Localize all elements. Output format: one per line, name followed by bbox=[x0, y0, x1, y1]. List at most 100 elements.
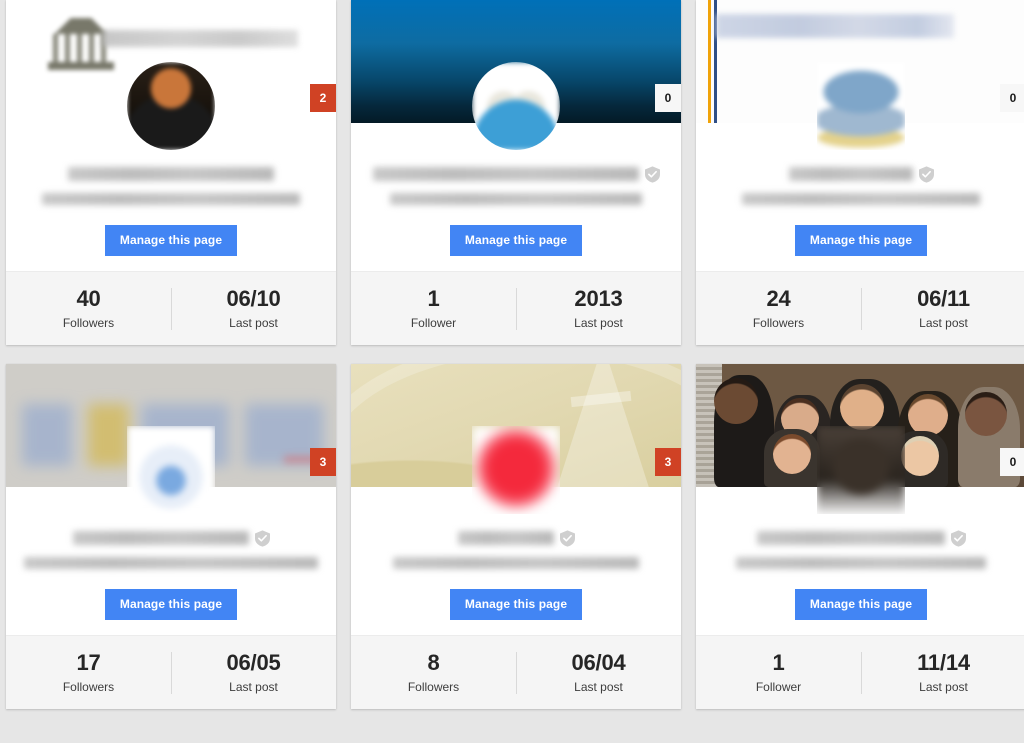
verified-shield-icon bbox=[644, 165, 660, 183]
stat-item: 06/10 Last post bbox=[171, 287, 336, 329]
notification-badge[interactable]: 3 bbox=[310, 448, 336, 476]
card-stats: 1 Follower 11/14 Last post bbox=[696, 635, 1024, 709]
cover-person-head bbox=[714, 378, 758, 425]
cover-person-head bbox=[965, 392, 1007, 437]
card-stats: 24 Followers 06/11 Last post bbox=[696, 271, 1024, 345]
page-card[interactable]: 0 Manage this page 24 Followers 06/11 Last po… bbox=[696, 0, 1024, 345]
card-stats: 17 Followers 06/05 Last post bbox=[6, 635, 336, 709]
stat-item: 06/11 Last post bbox=[861, 287, 1024, 329]
stat-item: 40 Followers bbox=[6, 287, 171, 329]
stat-label: Last post bbox=[574, 315, 623, 330]
page-name-row bbox=[710, 529, 1012, 547]
page-address-redacted bbox=[393, 557, 639, 569]
card-stats: 8 Followers 06/04 Last post bbox=[351, 635, 681, 709]
verified-shield-icon bbox=[950, 529, 966, 547]
stat-item: 06/05 Last post bbox=[171, 651, 336, 693]
card-stats: 40 Followers 06/10 Last post bbox=[6, 271, 336, 345]
stat-value: 06/11 bbox=[917, 286, 970, 312]
stat-value: 17 bbox=[76, 650, 101, 676]
manage-button-wrap: Manage this page bbox=[6, 225, 336, 256]
cover-person-head bbox=[901, 436, 939, 476]
page-card[interactable]: 3 Manage this page 8 Followers 06/04 Last pos… bbox=[351, 364, 681, 709]
notification-badge[interactable]: 0 bbox=[1000, 448, 1024, 476]
notification-badge[interactable]: 2 bbox=[310, 84, 336, 112]
page-avatar[interactable] bbox=[127, 62, 215, 150]
page-address-redacted bbox=[42, 193, 300, 205]
stat-label: Last post bbox=[229, 679, 278, 694]
stat-item: 17 Followers bbox=[6, 651, 171, 693]
cover-person-head bbox=[908, 394, 948, 436]
page-avatar[interactable] bbox=[817, 426, 905, 514]
page-card[interactable]: 0 Manage this page 1 Follower 11/14 Last post bbox=[696, 364, 1024, 709]
page-card[interactable]: 2 Manage this page 40 Followers 06/10 Last po… bbox=[6, 0, 336, 345]
verified-shield-icon bbox=[918, 165, 934, 183]
page-address-redacted bbox=[24, 557, 318, 569]
stat-label: Last post bbox=[919, 679, 968, 694]
page-avatar[interactable] bbox=[817, 62, 905, 150]
page-cards-grid: 2 Manage this page 40 Followers 06/10 Last po… bbox=[0, 0, 1024, 709]
page-address-redacted bbox=[742, 193, 980, 205]
notification-badge[interactable]: 3 bbox=[655, 448, 681, 476]
stat-item: 06/04 Last post bbox=[516, 651, 681, 693]
stat-label: Followers bbox=[62, 679, 115, 694]
manage-this-page-button[interactable]: Manage this page bbox=[794, 589, 928, 620]
stat-value: 2013 bbox=[574, 286, 623, 312]
cover-rule-orange bbox=[708, 0, 711, 123]
card-stats: 1 Follower 2013 Last post bbox=[351, 271, 681, 345]
avatar-image bbox=[817, 62, 905, 150]
avatar-image bbox=[817, 426, 905, 514]
stat-value: 24 bbox=[766, 286, 791, 312]
page-address-redacted bbox=[736, 557, 986, 569]
page-avatar[interactable] bbox=[472, 426, 560, 514]
page-name-redacted bbox=[788, 167, 913, 181]
manage-button-wrap: Manage this page bbox=[6, 589, 336, 620]
page-name-row bbox=[20, 529, 322, 547]
stat-item: 11/14 Last post bbox=[861, 651, 1024, 693]
stat-label: Follower bbox=[755, 679, 802, 694]
page-name-redacted bbox=[68, 167, 274, 181]
stat-label: Last post bbox=[919, 315, 968, 330]
page-card[interactable]: 3 Manage this page 17 Followers 06/05 Last po… bbox=[6, 364, 336, 709]
page-name-row bbox=[710, 165, 1012, 183]
stat-label: Followers bbox=[407, 679, 460, 694]
manage-button-wrap: Manage this page bbox=[696, 225, 1024, 256]
stat-value: 1 bbox=[427, 286, 440, 312]
manage-this-page-button[interactable]: Manage this page bbox=[449, 589, 583, 620]
stat-label: Followers bbox=[62, 315, 115, 330]
stat-item: 8 Followers bbox=[351, 651, 516, 693]
verified-shield-icon bbox=[254, 529, 270, 547]
cover-redacted-text bbox=[102, 30, 298, 47]
page-name-redacted bbox=[457, 531, 554, 545]
stat-value: 06/05 bbox=[226, 650, 281, 676]
stat-value: 06/10 bbox=[226, 286, 281, 312]
cover-redacted-text bbox=[716, 14, 954, 38]
stat-label: Followers bbox=[752, 315, 805, 330]
stat-item: 1 Follower bbox=[351, 287, 516, 329]
stat-value: 06/04 bbox=[571, 650, 626, 676]
verified-shield-icon bbox=[559, 529, 575, 547]
stat-label: Follower bbox=[410, 315, 457, 330]
stat-item: 2013 Last post bbox=[516, 287, 681, 329]
manage-this-page-button[interactable]: Manage this page bbox=[794, 225, 928, 256]
stat-value: 1 bbox=[772, 650, 785, 676]
cover-letter-a-shape bbox=[555, 364, 651, 487]
stat-value: 40 bbox=[76, 286, 101, 312]
cover-person-head bbox=[773, 434, 811, 474]
avatar-image bbox=[472, 62, 560, 150]
stat-label: Last post bbox=[574, 679, 623, 694]
manage-button-wrap: Manage this page bbox=[351, 225, 681, 256]
stat-value: 11/14 bbox=[917, 650, 970, 676]
manage-this-page-button[interactable]: Manage this page bbox=[449, 225, 583, 256]
notification-badge[interactable]: 0 bbox=[655, 84, 681, 112]
stat-item: 24 Followers bbox=[696, 287, 861, 329]
manage-this-page-button[interactable]: Manage this page bbox=[104, 225, 238, 256]
notification-badge[interactable]: 0 bbox=[1000, 84, 1024, 112]
manage-this-page-button[interactable]: Manage this page bbox=[104, 589, 238, 620]
page-avatar[interactable] bbox=[127, 426, 215, 514]
page-name-redacted bbox=[372, 167, 639, 181]
page-address-redacted bbox=[390, 193, 642, 205]
manage-button-wrap: Manage this page bbox=[696, 589, 1024, 620]
page-card[interactable]: 0 Manage this page 1 Follower 2013 Last post bbox=[351, 0, 681, 345]
page-avatar[interactable] bbox=[472, 62, 560, 150]
stat-label: Last post bbox=[229, 315, 278, 330]
